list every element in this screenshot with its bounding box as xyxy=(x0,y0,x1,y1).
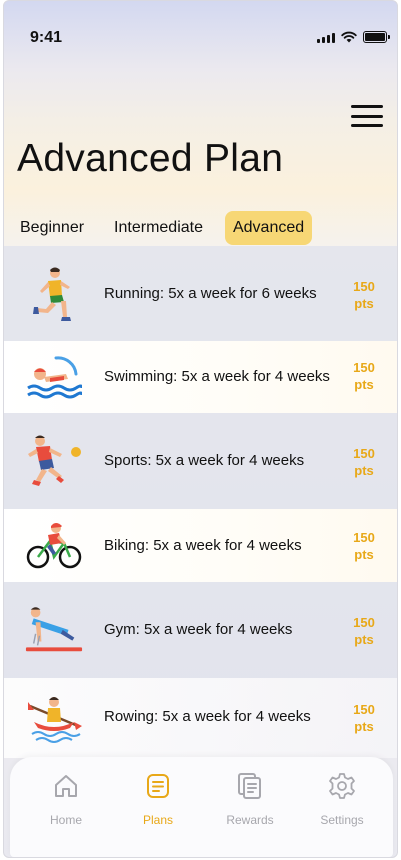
plan-row-running[interactable]: Running: 5x a week for 6 weeks 150 pts xyxy=(4,246,397,341)
signal-icon xyxy=(317,32,335,43)
nav-home[interactable]: Home xyxy=(31,771,101,827)
plan-row-swimming[interactable]: Swimming: 5x a week for 4 weeks 150 pts xyxy=(4,341,397,413)
plan-row-gym[interactable]: Gym: 5x a week for 4 weeks 150 pts xyxy=(4,582,397,678)
phone-screen: 9:41 Advanced Plan Beginner Intermediate… xyxy=(3,0,398,858)
home-icon xyxy=(31,771,101,801)
nav-rewards[interactable]: Rewards xyxy=(215,771,285,827)
status-bar: 9:41 xyxy=(4,1,397,71)
plan-points: 150 pts xyxy=(353,702,375,734)
plan-list: Running: 5x a week for 6 weeks 150 pts S… xyxy=(4,246,397,758)
plan-points: 150 pts xyxy=(353,615,375,647)
plan-label: Biking: 5x a week for 4 weeks xyxy=(104,537,302,554)
biking-icon xyxy=(24,516,84,576)
plan-label: Swimming: 5x a week for 4 weeks xyxy=(104,368,330,385)
tab-intermediate[interactable]: Intermediate xyxy=(106,211,211,245)
battery-icon xyxy=(363,31,390,43)
plan-row-rowing[interactable]: Rowing: 5x a week for 4 weeks 150 pts xyxy=(4,678,397,758)
bottom-nav: Home Plans Rewards Settings xyxy=(10,757,393,857)
tab-advanced[interactable]: Advanced xyxy=(224,211,313,245)
plan-row-biking[interactable]: Biking: 5x a week for 4 weeks 150 pts xyxy=(4,509,397,582)
plan-label: Rowing: 5x a week for 4 weeks xyxy=(104,708,311,725)
menu-button[interactable] xyxy=(351,105,383,127)
settings-icon xyxy=(307,771,377,801)
page-title: Advanced Plan xyxy=(17,137,284,180)
swimming-icon xyxy=(24,347,84,407)
plan-label: Running: 5x a week for 6 weeks xyxy=(104,285,317,302)
nav-plans[interactable]: Plans xyxy=(123,771,193,827)
nav-label: Rewards xyxy=(226,813,274,827)
plan-points: 150 pts xyxy=(353,530,375,562)
wifi-icon xyxy=(341,31,357,43)
nav-settings[interactable]: Settings xyxy=(307,771,377,827)
level-tabs: Beginner Intermediate Advanced xyxy=(12,211,313,246)
plan-label: Sports: 5x a week for 4 weeks xyxy=(104,452,305,469)
nav-label: Settings xyxy=(320,813,364,827)
gym-icon xyxy=(24,598,84,658)
plan-label: Gym: 5x a week for 4 weeks xyxy=(104,621,293,638)
sports-icon xyxy=(24,431,84,491)
plan-row-sports[interactable]: Sports: 5x a week for 4 weeks 150 pts xyxy=(4,413,397,509)
plan-points: 150 pts xyxy=(353,360,375,392)
nav-label: Home xyxy=(49,813,82,827)
status-icons xyxy=(317,31,390,43)
nav-label: Plans xyxy=(142,813,174,827)
rewards-icon xyxy=(215,771,285,801)
plan-points: 150 pts xyxy=(353,279,375,311)
plan-points: 150 pts xyxy=(353,446,375,478)
running-icon xyxy=(24,264,84,324)
plans-icon xyxy=(123,771,193,801)
tab-beginner[interactable]: Beginner xyxy=(12,211,92,245)
status-time: 9:41 xyxy=(30,29,63,46)
rowing-icon xyxy=(24,688,84,748)
